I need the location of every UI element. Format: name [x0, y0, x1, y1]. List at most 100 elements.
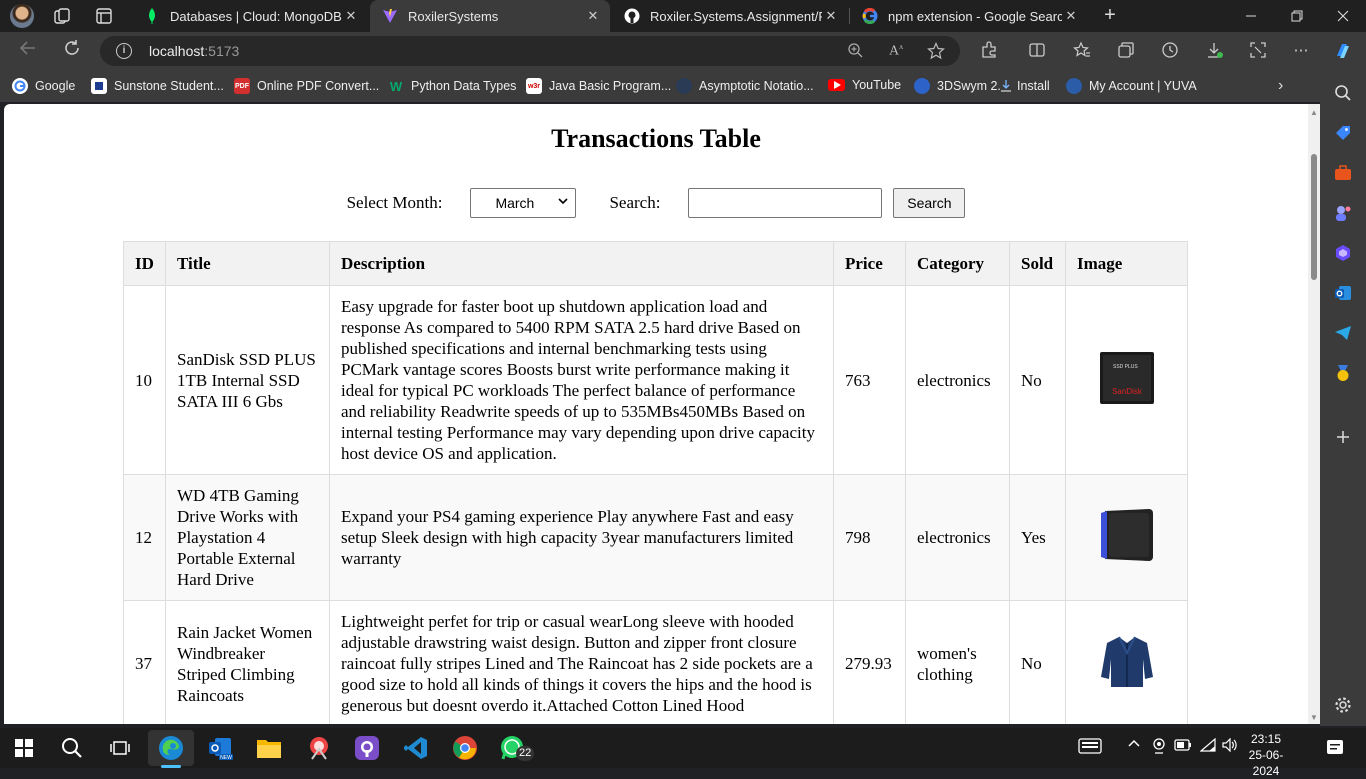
battery-icon[interactable]: [1174, 738, 1192, 755]
whatsapp-icon[interactable]: 22: [500, 734, 540, 762]
bookmark-3dswym[interactable]: 3DSwym 2.: [914, 78, 1001, 94]
search-icon[interactable]: [1334, 84, 1352, 102]
refresh-icon[interactable]: [59, 39, 85, 63]
file-explorer-folder-icon[interactable]: [255, 734, 283, 762]
3dswym-icon: [914, 78, 930, 94]
back-arrow-icon[interactable]: [15, 39, 41, 63]
cell-sold: No: [1009, 600, 1066, 724]
widgets-keyboard-icon[interactable]: [1078, 738, 1102, 757]
cell-description: Easy upgrade for faster boot up shutdown…: [329, 285, 834, 475]
bookmark-sunstone[interactable]: Sunstone Student...: [91, 78, 224, 94]
workspaces-icon[interactable]: [52, 6, 72, 26]
settings-gear-icon[interactable]: [1334, 696, 1352, 714]
cell-id: 12: [123, 474, 166, 601]
copilot-icon[interactable]: [1332, 41, 1354, 61]
more-options-icon[interactable]: ⋯: [1290, 41, 1312, 61]
cell-image: [1065, 474, 1188, 601]
column-header-category: Category: [905, 241, 1010, 286]
collections-icon[interactable]: [1115, 41, 1137, 61]
install-icon: [1000, 78, 1012, 94]
bookmark-google[interactable]: Google: [12, 78, 75, 94]
svg-text:NEW: NEW: [220, 755, 232, 761]
column-header-price: Price: [833, 241, 906, 286]
search-icon[interactable]: [58, 734, 86, 762]
downloads-icon[interactable]: [1203, 41, 1225, 61]
tab-label: RoxilerSystems: [408, 8, 499, 24]
url-text[interactable]: localhost:5173: [149, 43, 239, 59]
filter-controls: Select Month: March Search: Search: [4, 188, 1308, 218]
vscode-icon[interactable]: [402, 734, 430, 762]
rewards-medal-icon[interactable]: [1334, 364, 1352, 382]
chrome-icon[interactable]: [451, 734, 479, 762]
close-tab-icon[interactable]: ✕: [1062, 8, 1080, 24]
meet-now-icon[interactable]: [1152, 738, 1166, 757]
chevron-up-icon[interactable]: [1128, 738, 1140, 753]
favorites-icon[interactable]: [1071, 41, 1093, 61]
scrollbar-thumb[interactable]: [1311, 154, 1317, 280]
google-icon: [862, 8, 878, 24]
cell-description: Expand your PS4 gaming experience Play a…: [329, 474, 834, 601]
new-tab-plus-icon[interactable]: +: [1098, 4, 1122, 28]
bookmark-asymptotic[interactable]: Asymptotic Notatio...: [676, 78, 814, 94]
month-select[interactable]: March: [470, 188, 577, 218]
tools-briefcase-icon[interactable]: [1334, 164, 1352, 182]
search-button[interactable]: Search: [893, 188, 966, 218]
wifi-icon[interactable]: [1199, 737, 1216, 755]
minimize-icon[interactable]: [1228, 0, 1274, 32]
cell-description: Lightweight perfet for trip or casual we…: [329, 600, 834, 724]
yuva-icon: [1066, 78, 1082, 94]
close-window-icon[interactable]: [1320, 0, 1366, 32]
bookmark-pdf[interactable]: PDF Online PDF Convert...: [234, 78, 379, 94]
page-scrollbar[interactable]: ▲ ▼: [1308, 104, 1320, 724]
task-view-icon[interactable]: [106, 734, 134, 762]
profile-avatar[interactable]: [10, 4, 34, 28]
restore-icon[interactable]: [1274, 0, 1320, 32]
outlook-new-icon[interactable]: NEW: [206, 734, 234, 762]
tab-actions-icon[interactable]: [94, 6, 114, 26]
outlook-icon[interactable]: [1334, 284, 1352, 302]
split-screen-icon[interactable]: [1026, 41, 1048, 61]
history-icon[interactable]: [1159, 41, 1181, 61]
close-tab-icon[interactable]: ✕: [584, 8, 602, 24]
address-toolbar: i localhost:5173 Aʌ ⋯: [0, 32, 1366, 70]
address-bar[interactable]: i localhost:5173 Aʌ: [100, 36, 960, 66]
tab-google-search[interactable]: npm extension - Google Search ✕: [850, 0, 1088, 32]
zoom-icon[interactable]: [845, 42, 865, 60]
globe-icon: [676, 78, 692, 94]
bookmark-youtube[interactable]: YouTube: [828, 78, 901, 92]
windows-start-icon[interactable]: [10, 734, 38, 762]
screenshot-icon[interactable]: [1247, 41, 1269, 61]
close-tab-icon[interactable]: ✕: [822, 8, 840, 24]
add-plus-icon[interactable]: [1334, 428, 1352, 446]
tab-mongodb[interactable]: Databases | Cloud: MongoDB Clo ✕: [132, 0, 368, 32]
bookmark-java[interactable]: w3r Java Basic Program...: [526, 78, 671, 94]
chevron-right-icon[interactable]: ›: [1278, 77, 1283, 95]
bookmark-yuva[interactable]: My Account | YUVA: [1066, 78, 1197, 94]
games-icon[interactable]: [1334, 204, 1352, 222]
favorite-star-icon[interactable]: [926, 42, 946, 60]
search-input[interactable]: [688, 188, 883, 218]
bookmark-install[interactable]: Install: [1000, 78, 1050, 94]
extensions-icon[interactable]: [978, 41, 1000, 61]
tab-github[interactable]: Roxiler.Systems.Assignment/REA ✕: [612, 0, 848, 32]
site-info-icon[interactable]: i: [116, 43, 132, 59]
github-desktop-icon[interactable]: [353, 734, 381, 762]
tab-label: npm extension - Google Search: [888, 8, 1062, 24]
taskbar-clock[interactable]: 23:15 25-06-2024: [1236, 731, 1296, 779]
bookmark-python[interactable]: W Python Data Types: [388, 78, 517, 94]
sunstone-icon: [91, 78, 107, 94]
edge-browser-icon[interactable]: [157, 734, 185, 762]
scroll-up-arrow-icon[interactable]: ▲: [1310, 108, 1318, 117]
scroll-down-arrow-icon[interactable]: ▼: [1310, 713, 1318, 722]
close-tab-icon[interactable]: ✕: [342, 8, 360, 24]
notifications-icon[interactable]: [1326, 738, 1344, 759]
tab-roxiler[interactable]: RoxilerSystems ✕: [370, 0, 610, 32]
cell-id: 10: [123, 285, 166, 475]
copilot-sidebar-icon[interactable]: [1334, 244, 1352, 262]
ssd-image: SSD PLUS SanDisk: [1099, 351, 1154, 404]
snipping-tool-icon[interactable]: [305, 734, 333, 762]
read-aloud-icon[interactable]: Aʌ: [886, 42, 906, 60]
shopping-tag-icon[interactable]: [1334, 124, 1352, 142]
clock-time: 23:15: [1250, 732, 1282, 746]
send-telegram-icon[interactable]: [1334, 324, 1352, 342]
